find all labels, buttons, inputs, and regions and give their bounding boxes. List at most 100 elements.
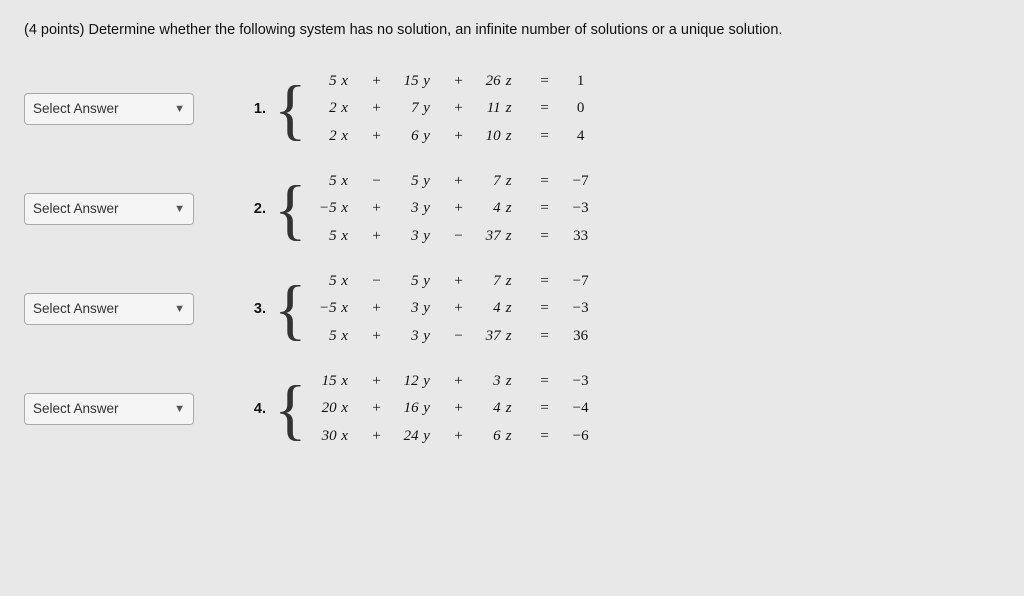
rhs: 36	[565, 324, 595, 350]
op1: +	[363, 296, 391, 322]
equation-2-1: 5x−5y+7z=−7	[315, 169, 595, 195]
rhs: −4	[565, 396, 595, 422]
select-answer-3[interactable]: Select Answer▼	[24, 293, 194, 325]
equation-2-3: 5x+3y−37z=33	[315, 224, 595, 250]
equations-2: 5x−5y+7z=−7−5x+3y+4z=−35x+3y−37z=33	[315, 169, 595, 250]
problem-number-1: 1.	[244, 101, 266, 117]
problem-list: Select Answer▼1.{5x+15y+26z=12x+7y+11z=0…	[24, 64, 1000, 454]
select-answer-4[interactable]: Select Answer▼	[24, 393, 194, 425]
brace-4: {	[274, 375, 307, 443]
rhs: 33	[565, 224, 595, 250]
coeff1: 5	[315, 224, 337, 250]
var3: z	[501, 124, 517, 150]
coeff1: 5	[315, 269, 337, 295]
equation-4-2: 20x+16y+4z=−4	[315, 396, 595, 422]
coeff3: 10	[479, 124, 501, 150]
coeff2: 7	[397, 96, 419, 122]
coeff3: 4	[479, 296, 501, 322]
brace-system-4: {15x+12y+3z=−320x+16y+4z=−430x+24y+6z=−6	[274, 369, 595, 450]
var2: y	[419, 224, 435, 250]
brace-system-3: {5x−5y+7z=−7−5x+3y+4z=−35x+3y−37z=36	[274, 269, 595, 350]
coeff3: 4	[479, 196, 501, 222]
instructions: (4 points) Determine whether the followi…	[24, 20, 1000, 42]
brace-system-2: {5x−5y+7z=−7−5x+3y+4z=−35x+3y−37z=33	[274, 169, 595, 250]
var3: z	[501, 224, 517, 250]
coeff3: 7	[479, 169, 501, 195]
var1: x	[337, 69, 353, 95]
select-answer-2[interactable]: Select Answer▼	[24, 193, 194, 225]
coeff2: 16	[397, 396, 419, 422]
eq-sign: =	[531, 96, 559, 122]
coeff2: 3	[397, 324, 419, 350]
select-label-2: Select Answer	[33, 201, 119, 216]
rhs: −6	[565, 424, 595, 450]
var2: y	[419, 396, 435, 422]
select-arrow-icon-4: ▼	[174, 403, 185, 415]
coeff2: 24	[397, 424, 419, 450]
coeff3: 7	[479, 269, 501, 295]
coeff1: 2	[315, 96, 337, 122]
op2: +	[445, 396, 473, 422]
var1: x	[337, 424, 353, 450]
coeff2: 5	[397, 169, 419, 195]
coeff2: 6	[397, 124, 419, 150]
coeff3: 4	[479, 396, 501, 422]
coeff2: 5	[397, 269, 419, 295]
op2: +	[445, 96, 473, 122]
problem-number-4: 4.	[244, 401, 266, 417]
equations-3: 5x−5y+7z=−7−5x+3y+4z=−35x+3y−37z=36	[315, 269, 595, 350]
equation-1-3: 2x+6y+10z=4	[315, 124, 595, 150]
rhs: −3	[565, 369, 595, 395]
op2: +	[445, 196, 473, 222]
eq-sign: =	[531, 424, 559, 450]
var1: x	[337, 169, 353, 195]
var2: y	[419, 269, 435, 295]
var2: y	[419, 96, 435, 122]
rhs: −3	[565, 296, 595, 322]
var2: y	[419, 69, 435, 95]
op1: +	[363, 369, 391, 395]
op2: +	[445, 296, 473, 322]
problem-number-2: 2.	[244, 201, 266, 217]
op2: −	[445, 224, 473, 250]
select-container-2: Select Answer▼	[24, 193, 244, 225]
rhs: 1	[565, 69, 595, 95]
eq-sign: =	[531, 196, 559, 222]
brace-3: {	[274, 275, 307, 343]
op2: +	[445, 424, 473, 450]
rhs: −7	[565, 269, 595, 295]
coeff1: 15	[315, 369, 337, 395]
equation-4-3: 30x+24y+6z=−6	[315, 424, 595, 450]
rhs: −7	[565, 169, 595, 195]
coeff1: 5	[315, 169, 337, 195]
op1: +	[363, 69, 391, 95]
coeff3: 3	[479, 369, 501, 395]
op1: −	[363, 169, 391, 195]
coeff1: 5	[315, 324, 337, 350]
select-label-3: Select Answer	[33, 301, 119, 316]
brace-2: {	[274, 175, 307, 243]
op1: +	[363, 424, 391, 450]
eq-sign: =	[531, 296, 559, 322]
var3: z	[501, 396, 517, 422]
var2: y	[419, 169, 435, 195]
equations-4: 15x+12y+3z=−320x+16y+4z=−430x+24y+6z=−6	[315, 369, 595, 450]
var3: z	[501, 69, 517, 95]
eq-sign: =	[531, 169, 559, 195]
rhs: 0	[565, 96, 595, 122]
brace-system-1: {5x+15y+26z=12x+7y+11z=02x+6y+10z=4	[274, 69, 595, 150]
op2: −	[445, 324, 473, 350]
problem-row-4: Select Answer▼4.{15x+12y+3z=−320x+16y+4z…	[24, 364, 1000, 454]
select-answer-1[interactable]: Select Answer ▼	[24, 93, 194, 125]
op1: +	[363, 224, 391, 250]
var1: x	[337, 196, 353, 222]
select-arrow-icon-1: ▼	[174, 103, 185, 115]
coeff2: 15	[397, 69, 419, 95]
coeff3: 11	[479, 96, 501, 122]
op2: +	[445, 369, 473, 395]
coeff3: 37	[479, 224, 501, 250]
coeff1: 5	[315, 69, 337, 95]
points-label: (4 points)	[24, 22, 84, 38]
select-label-1: Select Answer	[33, 101, 119, 116]
problem-row-1: Select Answer▼1.{5x+15y+26z=12x+7y+11z=0…	[24, 64, 1000, 154]
